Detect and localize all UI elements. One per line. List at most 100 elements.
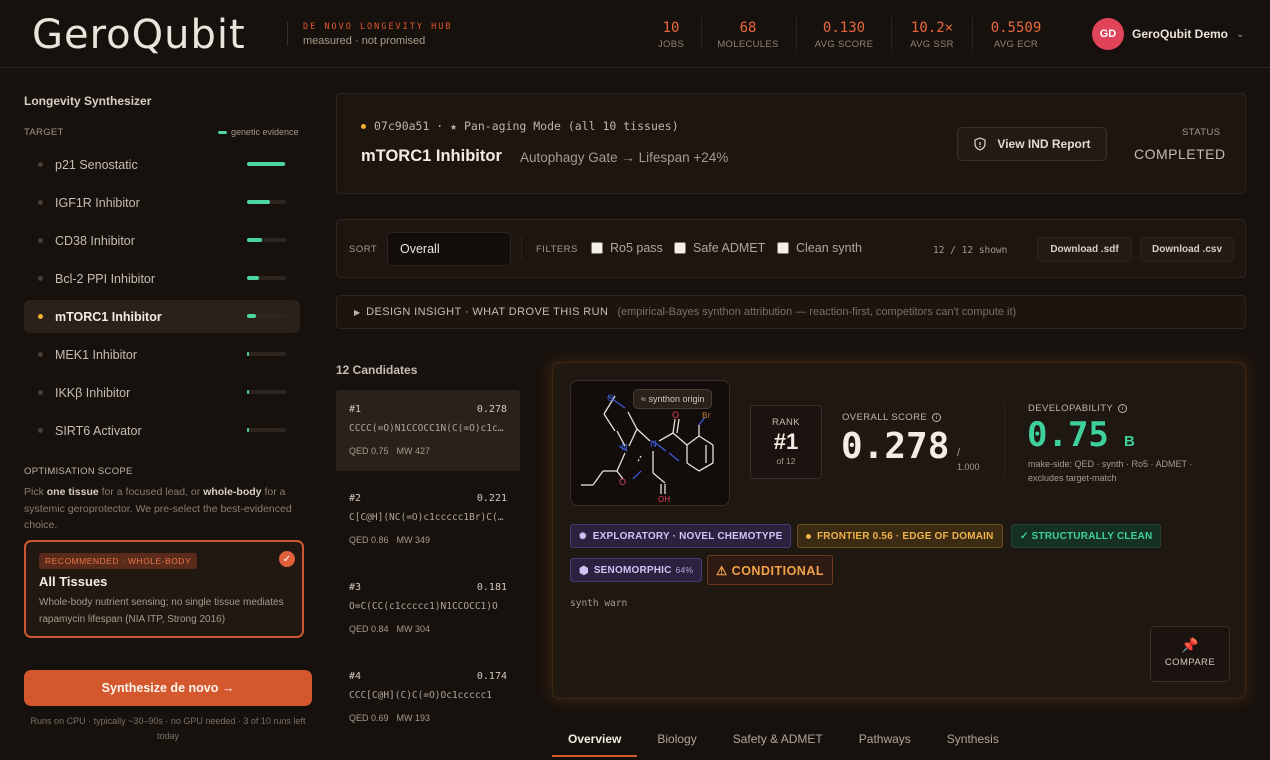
avatar[interactable]: GD xyxy=(1092,18,1124,50)
tab-pathways[interactable]: Pathways xyxy=(843,724,927,757)
target-name: mTORC1 Inhibitor xyxy=(55,309,162,324)
stat-label: AVG SCORE xyxy=(814,39,874,50)
atom-label: N xyxy=(621,443,628,453)
evidence-bar-fill xyxy=(247,162,285,166)
sparkle-icon: ✺ xyxy=(579,530,587,541)
rank-label: RANK xyxy=(772,417,800,428)
scope-option-all-tissues[interactable]: RECOMMENDED · WHOLE-BODY ✓ All Tissues W… xyxy=(24,540,304,638)
info-icon[interactable]: i xyxy=(1118,403,1128,413)
candidate-score: 0.181 xyxy=(476,582,507,593)
rank-of: of 12 xyxy=(776,456,796,466)
checkbox[interactable] xyxy=(777,242,789,254)
stat-avg-score: 0.130 AVG SCORE xyxy=(810,20,878,50)
evidence-bar xyxy=(247,162,286,166)
candidate-metrics: QED 0.69 MW 193 xyxy=(349,713,438,723)
atom-label: O xyxy=(619,478,626,488)
score-slash: / xyxy=(957,447,961,459)
rank-value: #1 xyxy=(773,429,799,454)
developability-note: make-side: QED · synth · Ro5 · ADMET · e… xyxy=(1028,459,1193,483)
info-icon[interactable]: i xyxy=(932,412,942,422)
job-subtitle: Autophagy Gate → Lifespan +24% xyxy=(520,150,729,165)
job-title: mTORC1 Inhibitor xyxy=(361,147,502,165)
candidate-metrics: QED 0.86 MW 349 xyxy=(349,535,438,545)
compare-button[interactable]: 📌 COMPARE xyxy=(1150,626,1230,682)
filter-clean-synth[interactable]: Clean synth xyxy=(777,241,862,255)
candidate-detail-card: O N N O Br O OH ≈ synthon origin RANK #1… xyxy=(552,362,1246,699)
senomorphic-badge: ⬢ SENOMORPHIC 64% xyxy=(570,558,703,582)
evidence-bar xyxy=(247,238,286,242)
target-item[interactable]: SIRT6 Activator xyxy=(24,414,300,447)
check-icon: ✓ xyxy=(279,551,295,567)
candidate-item[interactable]: #1 0.278 CCCC(=O)N1CCOCC1N(C(=O)c1ccccc1Br… xyxy=(336,390,520,471)
design-insight-toggle[interactable]: ▶ DESIGN INSIGHT · WHAT DROVE THIS RUN (… xyxy=(336,295,1246,329)
target-item[interactable]: MEK1 Inhibitor xyxy=(24,338,300,371)
user-menu[interactable]: GD GeroQubit Demo ⌄ xyxy=(1092,18,1244,50)
logo-divider xyxy=(287,22,288,46)
filter-bar: SORT Overall FILTERS Ro5 pass Safe ADMET… xyxy=(336,219,1246,278)
tab-overview[interactable]: Overview xyxy=(552,724,638,757)
candidate-rank: #1 xyxy=(349,404,362,415)
tab-synthesis[interactable]: Synthesis xyxy=(931,724,1015,757)
tagline-text: DE NOVO LONGEVITY HUB xyxy=(303,22,453,32)
target-dot xyxy=(38,276,43,281)
molecule-structure[interactable]: O N N O Br O OH ≈ synthon origin xyxy=(570,380,730,506)
sort-label: SORT xyxy=(349,244,378,255)
stat-value: 0.5509 xyxy=(990,20,1042,36)
stat-avg-ecr: 0.5509 AVG ECR xyxy=(986,20,1046,50)
checkbox[interactable] xyxy=(591,242,603,254)
target-item[interactable]: IGF1R Inhibitor xyxy=(24,186,300,219)
target-dot xyxy=(38,162,43,167)
evidence-bar xyxy=(247,428,286,432)
filter-divider xyxy=(521,237,522,261)
filter-safe-admet[interactable]: Safe ADMET xyxy=(674,241,765,255)
sort-select[interactable]: Overall xyxy=(387,232,511,266)
exploratory-badge: ✺ EXPLORATORY · NOVEL CHEMOTYPE xyxy=(570,524,792,548)
candidate-item[interactable]: #2 0.221 C[C@H](NC(=O)c1ccccc1Br)C(=O)O QED… xyxy=(336,479,520,560)
filter-ro5-pass[interactable]: Ro5 pass xyxy=(591,241,663,255)
checkbox[interactable] xyxy=(674,242,686,254)
target-item[interactable]: mTORC1 Inhibitor xyxy=(24,300,300,333)
stat-value: 10.2× xyxy=(910,20,954,36)
developability-grade: B xyxy=(1124,433,1135,450)
compare-label: COMPARE xyxy=(1164,657,1216,668)
synthesize-button[interactable]: Synthesize de novo → xyxy=(24,670,312,706)
badge-label: EXPLORATORY · NOVEL CHEMOTYPE xyxy=(592,530,783,542)
scope-option-description: Whole-body nutrient sensing; no single t… xyxy=(39,597,284,625)
candidate-item[interactable]: #3 0.181 O=C(CC(c1ccccc1)N1CCOCC1)O QED 0.8… xyxy=(336,568,520,649)
evidence-legend: genetic evidence xyxy=(218,127,299,137)
candidate-mw: MW 304 xyxy=(396,624,431,634)
download-sdf-button[interactable]: Download .sdf xyxy=(1037,237,1132,262)
filter-label: Safe ADMET xyxy=(693,241,766,255)
tab-safety-admet[interactable]: Safety & ADMET xyxy=(717,724,839,757)
view-ind-report-button[interactable]: View IND Report xyxy=(957,127,1107,161)
candidate-mw: MW 349 xyxy=(396,535,431,545)
scope-text: Pick xyxy=(24,486,47,498)
senomorphic-percent: 64% xyxy=(675,565,694,575)
legend-swatch xyxy=(218,130,227,134)
stat-divider xyxy=(701,18,702,50)
candidate-item[interactable]: #4 0.174 CCC[C@H](C)C(=O)Oc1ccccc1 QED 0.69… xyxy=(336,657,520,738)
rank-box: RANK #1 of 12 xyxy=(750,405,822,479)
frontier-badge: FRONTIER 0.56 · EDGE OF DOMAIN xyxy=(797,524,1003,548)
evidence-bar xyxy=(247,352,286,356)
atom-label: O xyxy=(607,394,614,404)
synthon-origin-tag[interactable]: ≈ synthon origin xyxy=(633,389,713,409)
tab-biology[interactable]: Biology xyxy=(641,724,712,757)
target-item[interactable]: Bcl-2 PPI Inhibitor xyxy=(24,262,300,295)
target-item[interactable]: p21 Senostatic xyxy=(24,148,300,181)
brand-logo[interactable]: GeroQubit xyxy=(32,12,246,58)
download-csv-button[interactable]: Download .csv xyxy=(1140,237,1234,262)
target-name: SIRT6 Activator xyxy=(55,423,142,438)
filters-label: FILTERS xyxy=(536,244,578,255)
target-item[interactable]: IKKβ Inhibitor xyxy=(24,376,300,409)
stat-avg-ssr: 10.2× AVG SSR xyxy=(904,20,960,50)
caret-right-icon: ▶ xyxy=(354,307,361,317)
candidate-smiles: C[C@H](NC(=O)c1ccccc1Br)C(=O)O xyxy=(349,512,507,523)
scope-text: for a focused lead, or xyxy=(98,486,204,498)
target-name: IKKβ Inhibitor xyxy=(55,385,131,400)
candidate-score: 0.221 xyxy=(476,493,507,504)
insight-subtitle: (empirical-Bayes synthon attribution — r… xyxy=(617,306,1017,318)
user-name[interactable]: GeroQubit Demo xyxy=(1132,27,1228,41)
target-item[interactable]: CD38 Inhibitor xyxy=(24,224,300,257)
chevron-down-icon[interactable]: ⌄ xyxy=(1236,29,1244,40)
